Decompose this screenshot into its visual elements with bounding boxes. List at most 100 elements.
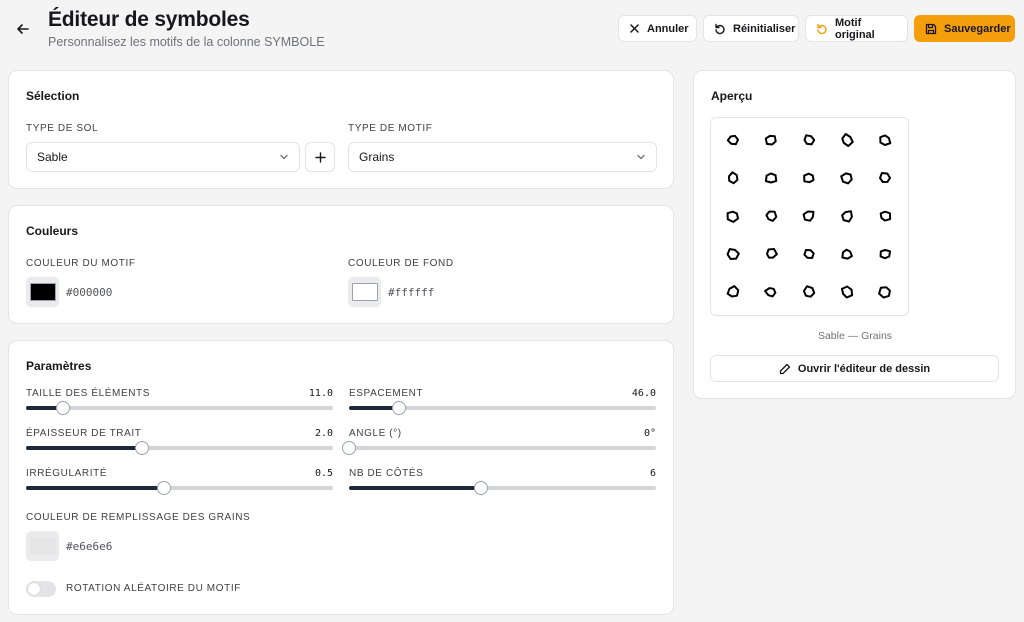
irregularity-value: 0.5 — [314, 468, 333, 479]
open-drawing-editor-button[interactable]: Ouvrir l'éditeur de dessin — [710, 355, 999, 382]
background-color-swatch[interactable] — [348, 277, 381, 307]
pencil-icon — [779, 363, 791, 374]
grain-2-3 — [841, 210, 853, 223]
random-rotation-label: ROTATION ALÉATOIRE DU MOTIF — [66, 583, 241, 594]
soil-type-value: Sable — [37, 150, 68, 164]
soil-type-select[interactable]: Sable — [26, 142, 300, 172]
motif-color-preview — [29, 283, 56, 301]
motif-type-label: TYPE DE MOTIF — [348, 123, 433, 134]
restore-icon — [817, 23, 827, 34]
size-value: 11.0 — [308, 388, 333, 399]
background-color-preview — [351, 283, 378, 301]
irregularity-label: IRRÉGULARITÉ — [26, 468, 108, 479]
grain-0-4 — [879, 134, 892, 146]
sides-value: 6 — [649, 468, 656, 479]
selection-card: Sélection TYPE DE SOL Sable TYPE DE MOTI… — [8, 70, 674, 189]
spacing-label: ESPACEMENT — [349, 388, 424, 399]
open-drawing-editor-label: Ouvrir l'éditeur de dessin — [797, 362, 931, 375]
angle-slider-thumb[interactable] — [342, 441, 356, 455]
undo-icon — [715, 23, 725, 34]
stroke-width-slider[interactable] — [26, 441, 333, 455]
irregularity-slider[interactable] — [26, 481, 333, 495]
stroke-width-slider-thumb[interactable] — [135, 441, 150, 455]
random-rotation-toggle[interactable] — [26, 581, 56, 597]
save-icon — [925, 23, 937, 34]
pattern-preview — [710, 117, 909, 316]
grain-0-3 — [841, 133, 854, 147]
preview-caption: Sable — Grains — [817, 330, 893, 342]
motif-color-label: COULEUR DU MOTIF — [26, 258, 136, 269]
irregularity-slider-thumb[interactable] — [157, 481, 172, 495]
parameters-title: Paramètres — [26, 359, 92, 373]
motif-color-swatch[interactable] — [26, 277, 59, 307]
stroke-width-label: ÉPAISSEUR DE TRAIT — [26, 428, 142, 439]
original-motif-button[interactable]: Motif original — [805, 15, 908, 42]
preview-title: Aperçu — [711, 89, 753, 103]
grain-1-3 — [840, 172, 853, 185]
motif-type-select[interactable]: Grains — [348, 142, 657, 172]
grain-1-4 — [879, 172, 891, 183]
background-color-label: COULEUR DE FOND — [348, 258, 454, 269]
toggle-knob — [28, 583, 40, 595]
reset-button-label: Réinitialiser — [733, 22, 796, 35]
chevron-down-icon — [280, 154, 288, 160]
grain-fill-color-hex[interactable]: #e6e6e6 — [66, 540, 112, 553]
grain-2-4 — [879, 210, 892, 222]
chevron-down-icon — [637, 154, 645, 160]
grain-fill-color-preview — [29, 537, 56, 555]
save-button-label: Sauvegarder — [944, 22, 1011, 35]
grain-1-2 — [803, 172, 815, 184]
parameters-card: Paramètres TAILLE DES ÉLÉMENTS 11.0 ESPA… — [8, 340, 674, 615]
selection-title: Sélection — [26, 89, 80, 103]
motif-type-value: Grains — [359, 150, 395, 164]
size-slider[interactable] — [26, 401, 333, 415]
pattern-preview-canvas — [726, 133, 892, 299]
back-arrow-icon[interactable] — [14, 20, 32, 38]
grain-3-1 — [766, 248, 778, 259]
cancel-button[interactable]: Annuler — [618, 15, 697, 42]
sides-slider[interactable] — [349, 481, 656, 495]
spacing-value: 46.0 — [631, 388, 656, 399]
colors-card: Couleurs COULEUR DU MOTIF #000000 COULEU… — [8, 205, 674, 324]
motif-color-hex[interactable]: #000000 — [66, 286, 112, 299]
grain-4-3 — [840, 285, 854, 299]
sides-slider-thumb[interactable] — [474, 481, 488, 495]
angle-value: 0° — [643, 428, 656, 439]
grain-4-4 — [878, 286, 891, 299]
reset-button[interactable]: Réinitialiser — [703, 15, 799, 42]
grain-2-0 — [726, 210, 739, 223]
original-motif-button-label: Motif original — [835, 16, 875, 41]
grain-2-2 — [802, 210, 815, 222]
irregularity-slider-fill — [26, 486, 165, 490]
page-subtitle: Personnalisez les motifs de la colonne S… — [48, 35, 325, 49]
preview-card: Aperçu Sable — Grains Ouvrir l'éditeur d… — [693, 70, 1016, 399]
grain-3-2 — [803, 249, 815, 259]
size-label: TAILLE DES ÉLÉMENTS — [26, 388, 151, 399]
grain-fill-color-label: COULEUR DE REMPLISSAGE DES GRAINS — [26, 512, 251, 523]
spacing-slider-thumb[interactable] — [392, 401, 407, 415]
angle-label: ANGLE (°) — [349, 428, 402, 439]
plus-icon — [314, 151, 326, 163]
grain-2-1 — [765, 210, 778, 222]
stroke-width-slider-fill — [26, 446, 143, 450]
add-soil-button[interactable] — [305, 142, 335, 172]
sides-slider-fill — [349, 486, 481, 490]
grain-1-0 — [728, 171, 739, 185]
cancel-button-label: Annuler — [647, 22, 689, 35]
size-slider-thumb[interactable] — [55, 401, 70, 415]
soil-type-label: TYPE DE SOL — [26, 123, 99, 134]
grain-1-1 — [764, 172, 778, 184]
grain-0-1 — [764, 134, 777, 146]
spacing-slider[interactable] — [349, 401, 656, 415]
grain-3-3 — [841, 248, 853, 260]
save-button[interactable]: Sauvegarder — [914, 15, 1015, 42]
grain-3-0 — [726, 248, 740, 260]
sides-label: NB DE CÔTÉS — [349, 468, 424, 479]
grain-0-2 — [803, 134, 816, 146]
stroke-width-value: 2.0 — [314, 428, 333, 439]
grain-fill-color-swatch[interactable] — [26, 531, 59, 561]
angle-slider[interactable] — [342, 441, 656, 455]
background-color-hex[interactable]: #ffffff — [388, 286, 434, 299]
grain-4-2 — [802, 285, 816, 298]
close-icon — [630, 24, 639, 33]
